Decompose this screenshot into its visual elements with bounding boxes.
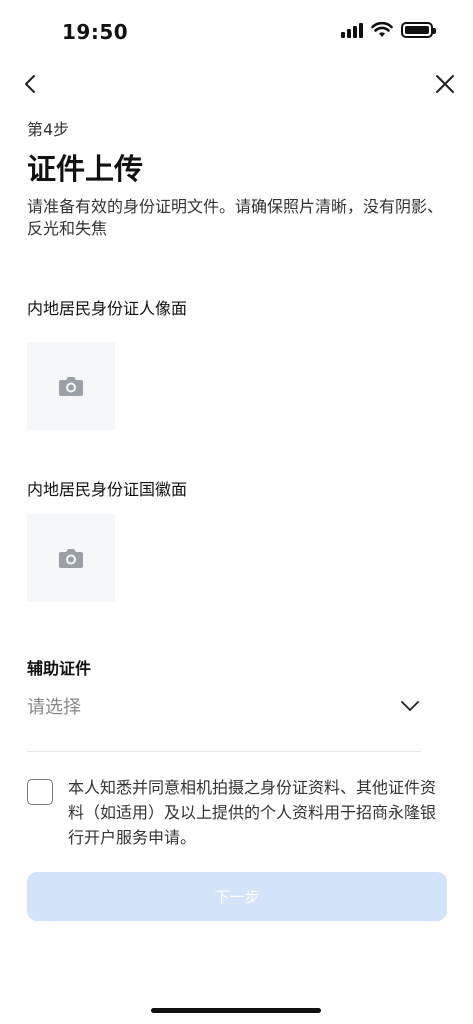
next-step-button[interactable]: 下一步: [27, 872, 447, 921]
chevron-down-icon: [401, 701, 419, 711]
page-title: 证件上传: [27, 152, 144, 186]
upload-label-portrait: 内地居民身份证人像面: [27, 299, 188, 318]
upload-portrait-button[interactable]: [27, 342, 115, 430]
close-icon: [436, 75, 454, 93]
auxiliary-document-select[interactable]: 请选择: [27, 684, 421, 728]
auxiliary-placeholder: 请选择: [27, 697, 81, 718]
agreement-text: 本人知悉并同意相机拍摄之身份证资料、其他证件资料（如适用）及以上提供的个人资料用…: [68, 778, 437, 847]
status-time: 19:50: [62, 20, 129, 44]
chevron-left-icon: [25, 75, 35, 93]
page-description: 请准备有效的身份证明文件。请确保照片清晰，没有阴影、反光和失焦: [27, 197, 444, 238]
close-button[interactable]: [431, 70, 459, 98]
auxiliary-document-label: 辅助证件: [27, 659, 92, 678]
step-indicator: 第4步: [27, 120, 70, 139]
camera-icon: [59, 377, 83, 396]
home-indicator: [151, 1008, 321, 1013]
divider: [27, 751, 421, 752]
battery-icon: [401, 22, 436, 38]
upload-label-emblem: 内地居民身份证国徽面: [27, 480, 188, 499]
agreement-checkbox[interactable]: [27, 779, 53, 805]
back-button[interactable]: [18, 70, 46, 98]
upload-emblem-button[interactable]: [27, 514, 115, 602]
signal-icon: [341, 22, 363, 38]
status-icons: [341, 22, 436, 38]
status-bar: 19:50: [0, 0, 473, 64]
camera-icon: [59, 549, 83, 568]
wifi-icon: [371, 22, 393, 37]
